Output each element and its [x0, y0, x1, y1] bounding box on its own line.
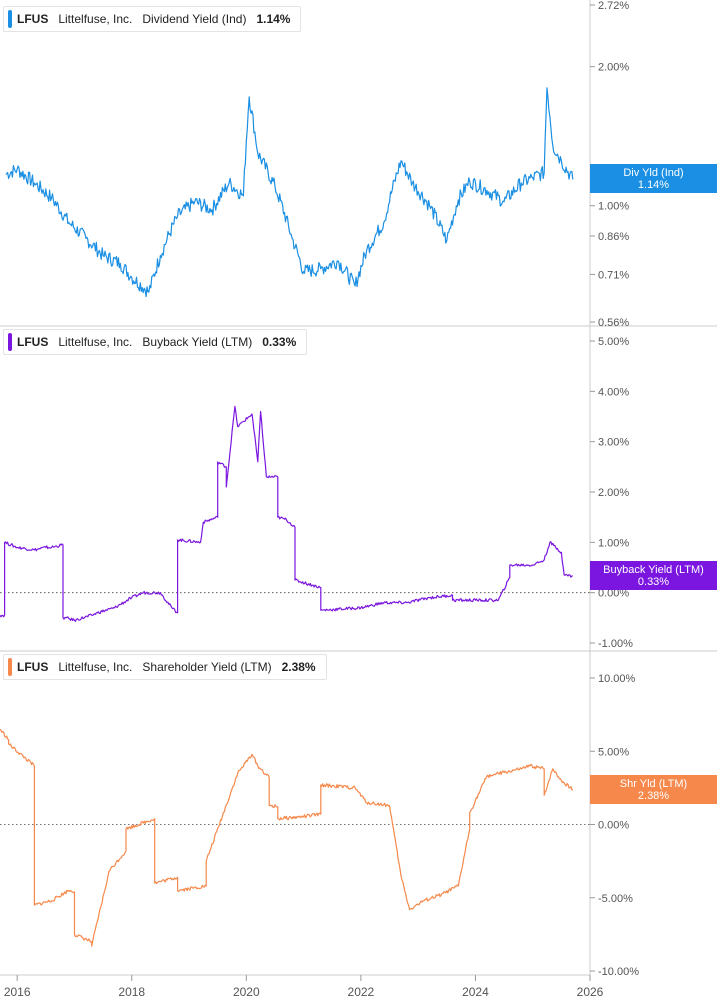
x-tick-label: 2016	[4, 985, 31, 999]
badge-title: Div Yld (Ind)	[623, 166, 684, 179]
y-tick-label: -5.00%	[598, 893, 633, 905]
legend-swatch-shareholder	[8, 658, 12, 676]
legend-metric: Dividend Yield (Ind)	[142, 12, 247, 26]
legend-ticker: LFUS	[17, 335, 49, 349]
legend-ticker: LFUS	[17, 660, 49, 674]
y-tick-label: 2.72%	[598, 0, 629, 12]
series-line-1	[0, 405, 573, 622]
legend-buyback: LFUS Littelfuse, Inc. Buyback Yield (LTM…	[3, 329, 308, 355]
legend-metric: Buyback Yield (LTM)	[142, 335, 253, 349]
badge-title: Buyback Yield (LTM)	[603, 563, 704, 576]
y-tick-label: 3.00%	[598, 437, 629, 449]
y-tick-label: 0.56%	[598, 317, 629, 329]
y-tick-label: 2.00%	[598, 487, 629, 499]
y-tick-label: -10.00%	[598, 966, 639, 978]
legend-swatch-dividend	[8, 10, 12, 28]
legend-company: Littelfuse, Inc.	[58, 335, 133, 349]
y-tick-label: 10.00%	[598, 673, 636, 685]
badge-value: 0.33%	[637, 575, 670, 588]
x-tick-label: 2024	[462, 985, 489, 999]
y-tick-label: 0.71%	[598, 269, 629, 281]
x-tick-label: 2020	[233, 985, 260, 999]
badge-value: 2.38%	[637, 789, 670, 802]
y-tick-label: 0.00%	[598, 820, 629, 832]
multi-panel-yield-chart: 2.72% 2.00% 1.00% 0.86% 0.71% 0.56% 5.00% 4.00%…	[0, 0, 717, 999]
x-tick-label: 2018	[118, 985, 145, 999]
legend-dividend: LFUS Littelfuse, Inc. Dividend Yield (In…	[3, 6, 302, 32]
badge-title: Shr Yld (LTM)	[619, 777, 688, 790]
x-tick-label: 2022	[348, 985, 375, 999]
legend-company: Littelfuse, Inc.	[58, 12, 133, 26]
legend-company: Littelfuse, Inc.	[58, 660, 133, 674]
series-line-0	[5, 87, 574, 298]
series-line-2	[0, 728, 574, 947]
y-tick-label: 0.86%	[598, 231, 629, 243]
y-tick-label: 1.00%	[598, 537, 629, 549]
legend-value: 0.33%	[262, 335, 297, 349]
badge-value: 1.14%	[637, 178, 670, 191]
y-tick-label: 5.00%	[598, 336, 629, 348]
badge-shareholder: Shr Yld (LTM) 2.38%	[590, 775, 717, 804]
y-tick-label: 2.00%	[598, 62, 629, 74]
y-tick-label: 4.00%	[598, 386, 629, 398]
badge-buyback: Buyback Yield (LTM) 0.33%	[590, 561, 717, 590]
x-tick-label: 2026	[577, 985, 604, 999]
y-tick-label: 1.00%	[598, 201, 629, 213]
legend-ticker: LFUS	[17, 12, 49, 26]
badge-dividend: Div Yld (Ind) 1.14%	[590, 164, 717, 193]
y-tick-label: -1.00%	[598, 638, 633, 650]
legend-value: 1.14%	[256, 12, 291, 26]
legend-metric: Shareholder Yield (LTM)	[142, 660, 272, 674]
y-tick-label: 5.00%	[598, 746, 629, 758]
legend-swatch-buyback	[8, 333, 12, 351]
legend-shareholder: LFUS Littelfuse, Inc. Shareholder Yield …	[3, 654, 327, 680]
legend-value: 2.38%	[281, 660, 316, 674]
